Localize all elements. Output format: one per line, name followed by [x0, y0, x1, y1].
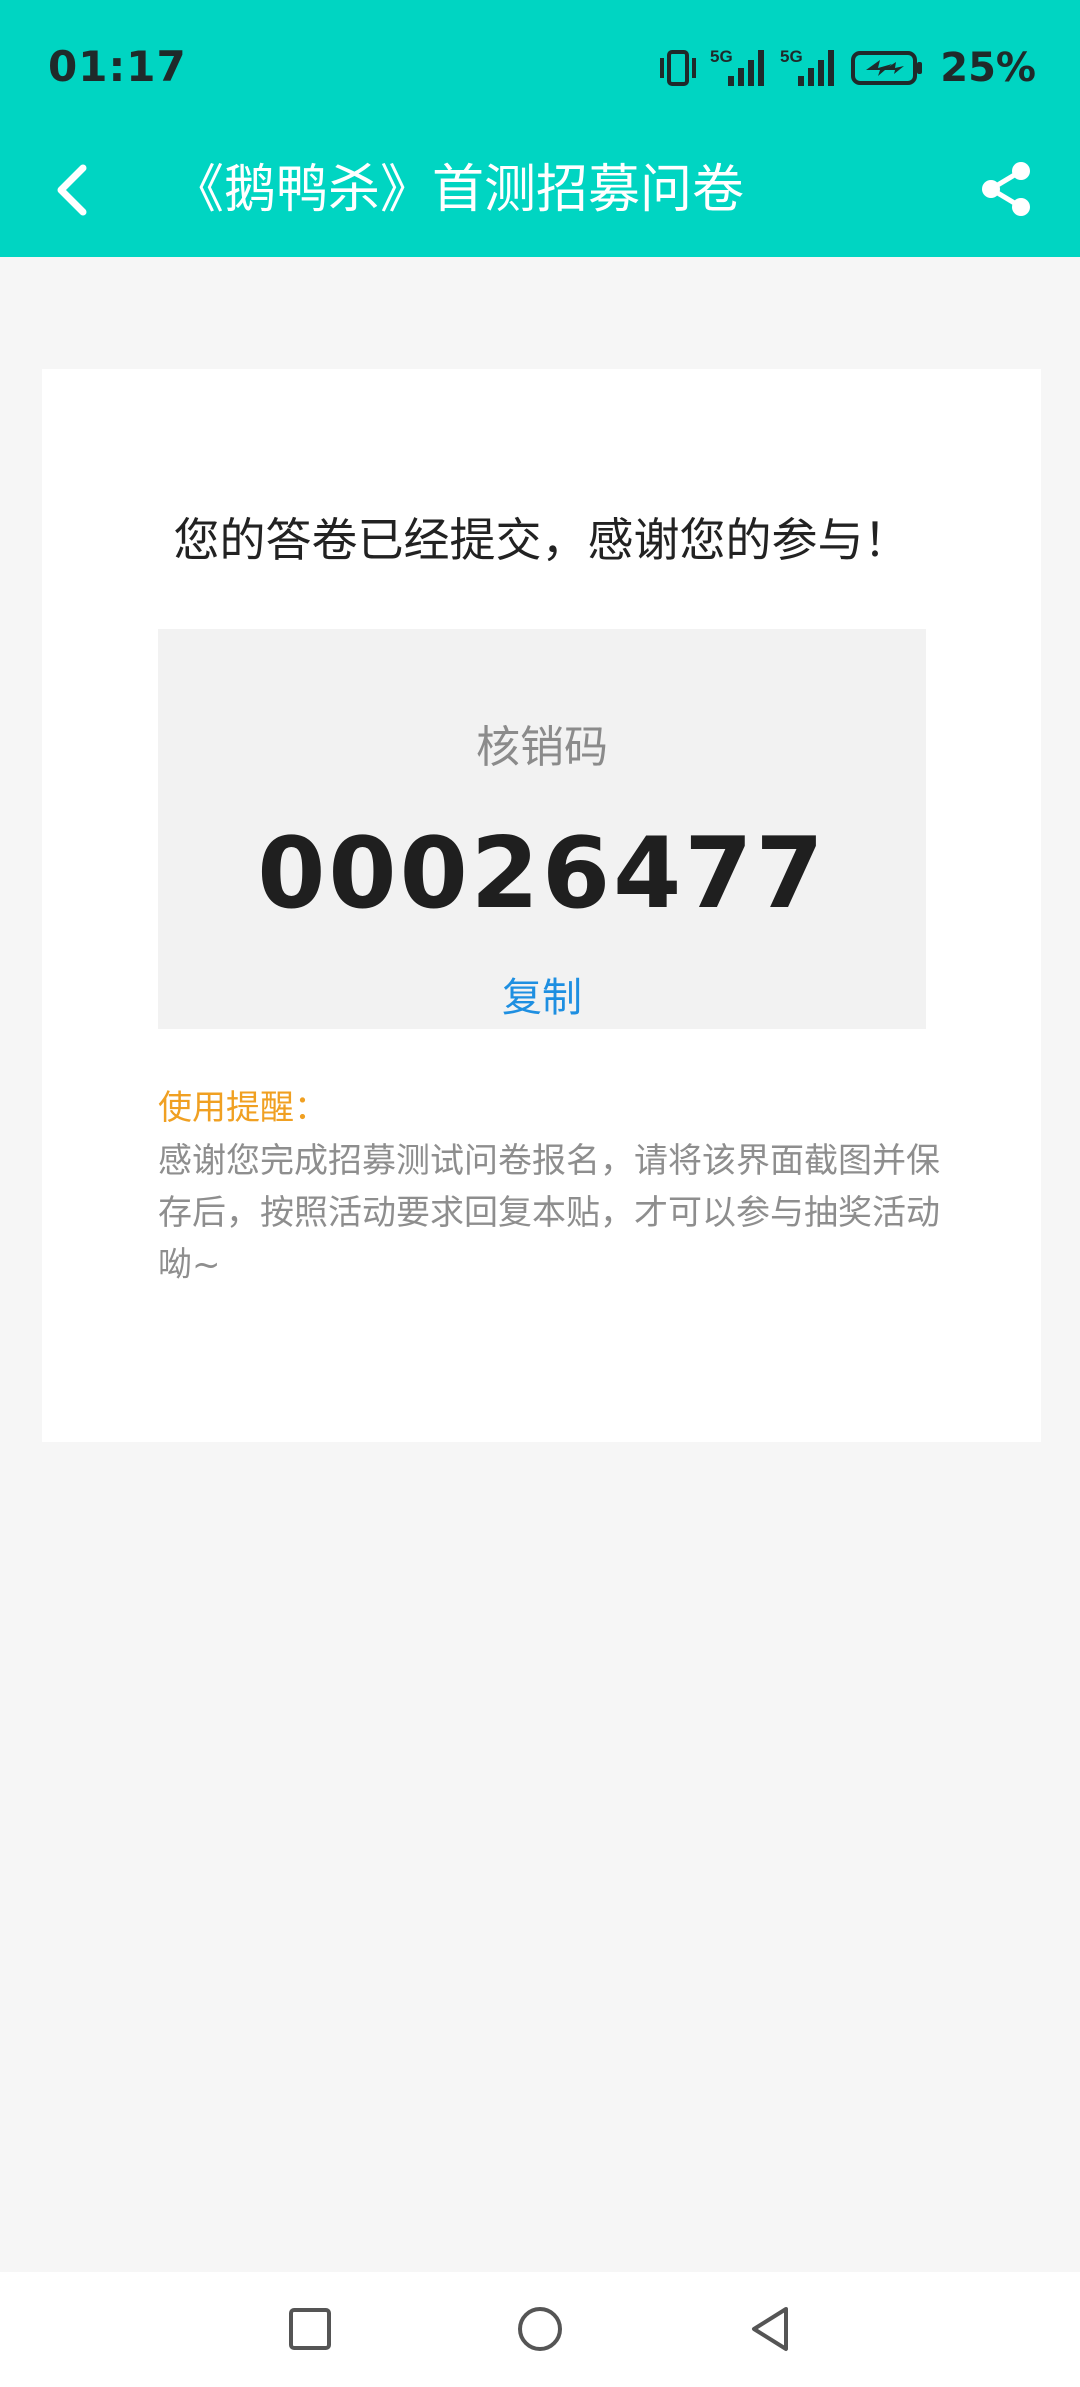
redeem-code-label: 核销码: [476, 722, 608, 773]
share-icon: [982, 162, 1030, 216]
svg-text:5G: 5G: [710, 47, 733, 66]
submit-success-message: 您的答卷已经提交，感谢您的参与！: [173, 513, 910, 567]
status-icons: 5G 5G 25%: [656, 44, 1036, 92]
square-recent-icon: [289, 2308, 331, 2350]
triangle-back-icon: [752, 2307, 788, 2351]
tip-title: 使用提醒：: [158, 1088, 328, 1128]
battery-charging-icon: [851, 51, 923, 85]
redeem-code-box: 核销码 00026477 复制: [158, 629, 926, 1029]
status-time: 01:17: [48, 42, 187, 91]
chevron-left-icon: [57, 164, 87, 216]
back-button[interactable]: [40, 157, 106, 223]
header: 01:17 5G 5G 25% 《鹅鸭杀》首测招募问卷: [0, 0, 1080, 257]
signal-5g-icon: 5G: [710, 47, 765, 86]
system-nav-bar: [0, 2272, 1080, 2387]
signal-5g-icon: 5G: [780, 47, 835, 86]
vibrate-icon: [660, 50, 697, 86]
share-button[interactable]: [972, 155, 1040, 223]
page: 01:17 5G 5G 25% 《鹅鸭杀》首测招募问卷 您的答卷已经提交，感谢您…: [0, 0, 1080, 2387]
redeem-code-value: 00026477: [257, 817, 827, 931]
system-back-button[interactable]: [740, 2299, 800, 2359]
circle-home-icon: [518, 2307, 562, 2351]
home-button[interactable]: [510, 2299, 570, 2359]
tip-body: 感谢您完成招募测试问卷报名，请将该界面截图并保存后，按照活动要求回复本贴，才可以…: [158, 1141, 940, 1285]
app-bar: 《鹅鸭杀》首测招募问卷: [0, 137, 1080, 257]
svg-text:5G: 5G: [780, 47, 803, 66]
copy-button[interactable]: 复制: [158, 971, 926, 1025]
recent-apps-button[interactable]: [280, 2299, 340, 2359]
page-title: 《鹅鸭杀》首测招募问卷: [172, 160, 745, 220]
battery-percent: 25%: [940, 45, 1036, 91]
result-card: 您的答卷已经提交，感谢您的参与！ 核销码 00026477 复制 使用提醒： 感…: [42, 369, 1041, 1442]
status-bar: 01:17 5G 5G 25%: [0, 0, 1080, 137]
